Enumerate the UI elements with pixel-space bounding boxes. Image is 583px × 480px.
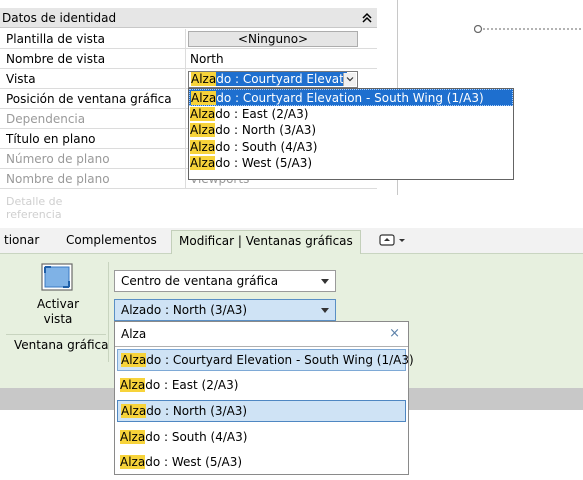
property-label: Dependencia (6, 112, 86, 126)
search-match: Alza (191, 72, 217, 86)
view-combo[interactable]: Alzado : North (3/A3) (114, 299, 336, 321)
property-label: Título en plano (6, 132, 96, 146)
property-label: Nombre de plano (6, 172, 110, 186)
tab-complementos[interactable]: Complementos (66, 233, 157, 247)
property-label: Nombre de vista (6, 52, 106, 66)
contextual-tab-dropdown-icon[interactable] (378, 233, 410, 247)
property-row-nombre: Nombre de vista North (0, 49, 377, 69)
view-select-text: do : Courtyard Elevati (216, 72, 348, 86)
faded-label: Detalle de referencia (6, 195, 63, 221)
view-template-button[interactable]: <Ninguno> (188, 31, 358, 47)
view-select[interactable]: Alzado : Courtyard Elevati (188, 71, 358, 88)
group-header[interactable]: Datos de identidad (0, 8, 377, 28)
connector-line-icon (474, 25, 583, 33)
list-item[interactable]: Alzado : Courtyard Elevation - South Win… (117, 349, 414, 371)
property-row-vista: Vista Alzado : Courtyard Elevati (0, 69, 377, 89)
list-item[interactable]: Alzado : North (3/A3) (189, 122, 513, 139)
tab-modificar-ventanas[interactable]: Modificar | Ventanas gráficas (171, 230, 361, 254)
activate-view-button-label[interactable]: Activar vista (18, 297, 98, 327)
chevron-down-icon[interactable] (343, 73, 356, 86)
tab-gestionar[interactable]: tionar (4, 233, 39, 247)
property-label: Plantilla de vista (6, 32, 105, 46)
list-item[interactable]: Alzado : West (5/A3) (117, 451, 406, 473)
view-name-field[interactable]: North (190, 52, 224, 66)
list-item[interactable]: Alzado : South (4/A3) (117, 426, 406, 448)
chevron-down-icon[interactable] (321, 279, 329, 284)
list-item[interactable]: Alzado : South (4/A3) (189, 139, 513, 156)
view-dropdown-list[interactable]: Alzado : Courtyard Elevation - South Win… (188, 88, 514, 180)
list-item[interactable]: Alzado : East (2/A3) (189, 106, 513, 123)
list-item[interactable]: Alzado : East (2/A3) (117, 374, 406, 396)
list-item[interactable]: Alzado : North (3/A3) (117, 400, 406, 422)
property-label: Vista (6, 72, 36, 86)
property-label: Número de plano (6, 152, 110, 166)
activate-view-icon[interactable] (40, 262, 74, 292)
panel-title: Ventana gráfica (14, 338, 109, 352)
clear-icon[interactable]: × (389, 322, 400, 346)
screenshot-root: Datos de identidad Plantilla de vista <N… (0, 0, 583, 480)
group-header-label: Datos de identidad (2, 11, 117, 25)
property-row-plantilla: Plantilla de vista <Ninguno> (0, 29, 377, 49)
chevron-down-icon[interactable] (321, 308, 329, 313)
property-label: Posición de ventana gráfica (6, 92, 172, 106)
list-item[interactable]: Alzado : Courtyard Elevation - South Win… (189, 89, 513, 106)
ribbon-tab-bar: tionar Complementos Modificar | Ventanas… (0, 228, 583, 254)
collapse-chevron-icon[interactable] (361, 11, 373, 25)
view-search-dropdown: Alza × Alzado : Courtyard Elevation - So… (114, 321, 414, 475)
list-item[interactable]: Alzado : West (5/A3) (189, 155, 513, 172)
search-input[interactable]: Alza × (115, 322, 408, 347)
viewport-position-combo[interactable]: Centro de ventana gráfica (114, 270, 336, 292)
